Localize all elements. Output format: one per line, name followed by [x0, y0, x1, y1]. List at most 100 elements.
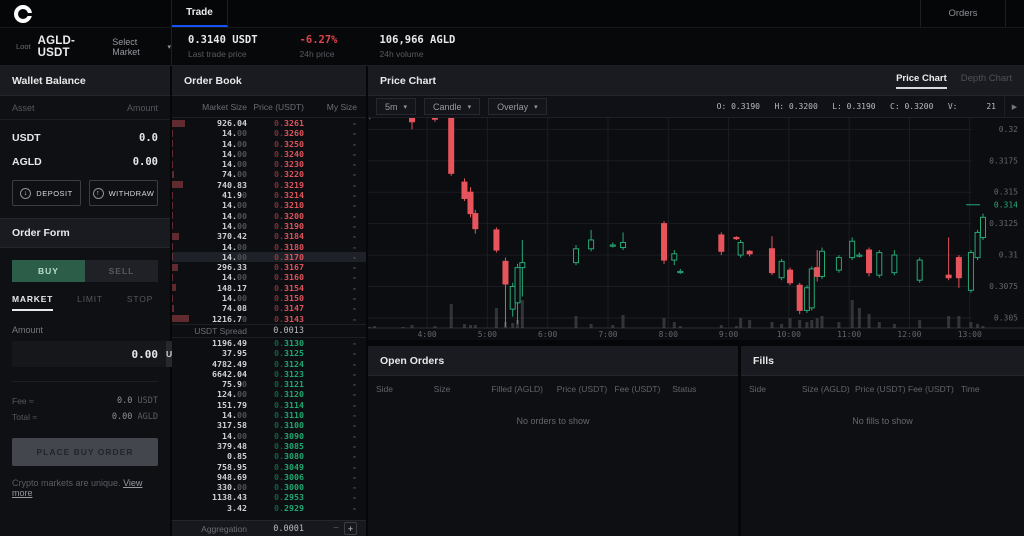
tab-price-chart[interactable]: Price Chart: [896, 73, 947, 89]
bid-row[interactable]: 37.95 0.3125 -: [172, 348, 366, 358]
svg-text:10:00: 10:00: [777, 330, 801, 339]
ask-row[interactable]: 14.00 0.3260 -: [172, 128, 366, 138]
row-size: 1196.49: [212, 337, 247, 348]
bid-row[interactable]: 1138.43 0.2953 -: [172, 492, 366, 502]
tab-stop[interactable]: STOP: [127, 294, 153, 311]
fee-value: 0.0: [117, 396, 133, 406]
order-form-header: Order Form: [0, 218, 170, 248]
ask-row[interactable]: 14.00 0.3160 -: [172, 272, 366, 282]
bid-row[interactable]: 124.00 0.3120 -: [172, 389, 366, 399]
svg-text:0.31: 0.31: [999, 251, 1018, 260]
tab-trade[interactable]: Trade: [172, 0, 228, 27]
row-my-size: -: [352, 241, 357, 252]
row-price: 0.3154: [274, 282, 304, 293]
bottom-panels: Open Orders Side Size Filled (AGLD) Price (…: [368, 346, 1024, 536]
chart-type-dropdown[interactable]: Candle ▾: [424, 98, 481, 115]
bid-row[interactable]: 0.85 0.3080 -: [172, 451, 366, 461]
bid-row[interactable]: 1196.49 0.3130 -: [172, 338, 366, 348]
bid-row[interactable]: 758.95 0.3049 -: [172, 462, 366, 472]
aggregation-increase-icon[interactable]: +: [344, 522, 357, 535]
sell-tab[interactable]: SELL: [85, 260, 158, 282]
trading-app: Trade Orders Loot AGLD-USDT Select Marke…: [0, 0, 1024, 536]
row-size: 14.00: [222, 220, 247, 231]
bid-row[interactable]: 3.42 0.2929 -: [172, 503, 366, 513]
ask-row[interactable]: 14.00 0.3230 -: [172, 159, 366, 169]
topbar-orders-link[interactable]: Orders: [920, 0, 1006, 27]
ask-row[interactable]: 296.33 0.3167 -: [172, 262, 366, 272]
bid-row[interactable]: 948.69 0.3006 -: [172, 472, 366, 482]
ask-row[interactable]: 14.00 0.3170 -: [172, 251, 366, 263]
bid-row[interactable]: 151.79 0.3114 -: [172, 400, 366, 410]
ask-row[interactable]: 14.00 0.3210 -: [172, 200, 366, 210]
balance-row-agld: AGLD 0.00: [0, 150, 170, 174]
overlay-dropdown[interactable]: Overlay ▾: [488, 98, 547, 115]
row-size: 14.00: [222, 210, 247, 221]
chart-type-value: Candle: [433, 101, 462, 112]
ask-row[interactable]: 740.83 0.3219 -: [172, 180, 366, 190]
bid-row[interactable]: 330.00 0.3000 -: [172, 482, 366, 492]
total-label: Total ≈: [12, 412, 37, 422]
row-size: 37.95: [222, 348, 247, 359]
row-size: 14.00: [222, 128, 247, 139]
svg-text:5:00: 5:00: [478, 330, 497, 339]
buy-tab[interactable]: BUY: [12, 260, 85, 282]
bid-row[interactable]: 317.58 0.3100 -: [172, 420, 366, 430]
svg-text:4:00: 4:00: [417, 330, 436, 339]
ask-row[interactable]: 14.00 0.3200 -: [172, 211, 366, 221]
ask-row[interactable]: 14.00 0.3240 -: [172, 149, 366, 159]
row-price: 0.3124: [274, 358, 304, 369]
ask-row[interactable]: 148.17 0.3154 -: [172, 283, 366, 293]
ask-row[interactable]: 1216.70 0.3143-: [172, 314, 366, 324]
deposit-button[interactable]: ↓ DEPOSIT: [12, 180, 81, 206]
col-price: Price (USDT): [253, 101, 304, 112]
place-buy-order-button[interactable]: PLACE BUY ORDER: [12, 438, 158, 466]
logo-cell: [0, 0, 172, 27]
coinbase-logo-icon[interactable]: [14, 4, 33, 23]
bid-row[interactable]: 4782.49 0.3124 -: [172, 359, 366, 369]
row-my-size: -: [352, 128, 357, 139]
bid-row[interactable]: 75.90 0.3121 -: [172, 379, 366, 389]
row-price: 0.3260: [274, 128, 304, 139]
row-size: 296.33: [217, 262, 247, 273]
row-size: 74.08: [222, 303, 247, 314]
price-chart-canvas[interactable]: 0.32 0.3175 0.315 0.3125 0.31 0.3075 0.305 4:00…: [366, 81, 1024, 340]
ask-row[interactable]: 14.00 0.3190 -: [172, 221, 366, 231]
ask-row[interactable]: 14.00 0.3150 -: [172, 293, 366, 303]
ask-row[interactable]: 74.08 0.3147 -: [172, 303, 366, 313]
row-my-size: -: [352, 169, 357, 180]
tab-market[interactable]: MARKET: [12, 294, 54, 311]
row-my-size: -: [352, 430, 357, 441]
withdraw-button[interactable]: ↑ WITHDRAW: [89, 180, 158, 206]
amount-input[interactable]: [12, 341, 166, 367]
main-layout: Wallet Balance Asset Amount USDT 0.0 AGL…: [0, 66, 1024, 536]
balance-row-usdt: USDT 0.0: [0, 126, 170, 150]
tab-limit[interactable]: LIMIT: [77, 294, 103, 311]
ask-row[interactable]: 14.00 0.3250 -: [172, 139, 366, 149]
ask-row[interactable]: 370.42 0.3184 -: [172, 231, 366, 241]
bid-row[interactable]: 14.00 0.3090 -: [172, 431, 366, 441]
ask-row[interactable]: 41.90 0.3214 -: [172, 190, 366, 200]
fills-empty: No fills to show: [852, 416, 913, 426]
bid-row[interactable]: 379.48 0.3085 -: [172, 441, 366, 451]
tab-depth-chart[interactable]: Depth Chart: [961, 73, 1012, 89]
ask-row[interactable]: 926.04 0.3261-: [172, 118, 366, 128]
aggregation-decrease-icon[interactable]: −: [333, 523, 339, 534]
asset-usdt-amount: 0.0: [139, 132, 158, 144]
row-size: 75.90: [222, 379, 247, 390]
depth-bar: [172, 315, 189, 323]
chevron-down-icon: ▾: [534, 103, 538, 111]
row-size: 14.00: [222, 200, 247, 211]
spread-label: USDT Spread: [194, 325, 247, 336]
bid-row[interactable]: 6642.04 0.3123 -: [172, 369, 366, 379]
interval-dropdown[interactable]: 5m ▾: [376, 98, 417, 115]
ask-row[interactable]: 14.00 0.3180 -: [172, 242, 366, 252]
svg-text:6:00: 6:00: [538, 330, 557, 339]
row-size: 151.79: [217, 399, 247, 410]
bid-row[interactable]: 14.00 0.3110 -: [172, 410, 366, 420]
ask-row[interactable]: 74.00 0.3220 -: [172, 169, 366, 179]
market-selector[interactable]: Loot AGLD-USDT Select Market ▾: [0, 28, 172, 65]
row-size: 317.58: [217, 420, 247, 431]
column-header: Time: [961, 384, 980, 394]
scroll-to-latest-button[interactable]: ▶: [1004, 96, 1024, 117]
